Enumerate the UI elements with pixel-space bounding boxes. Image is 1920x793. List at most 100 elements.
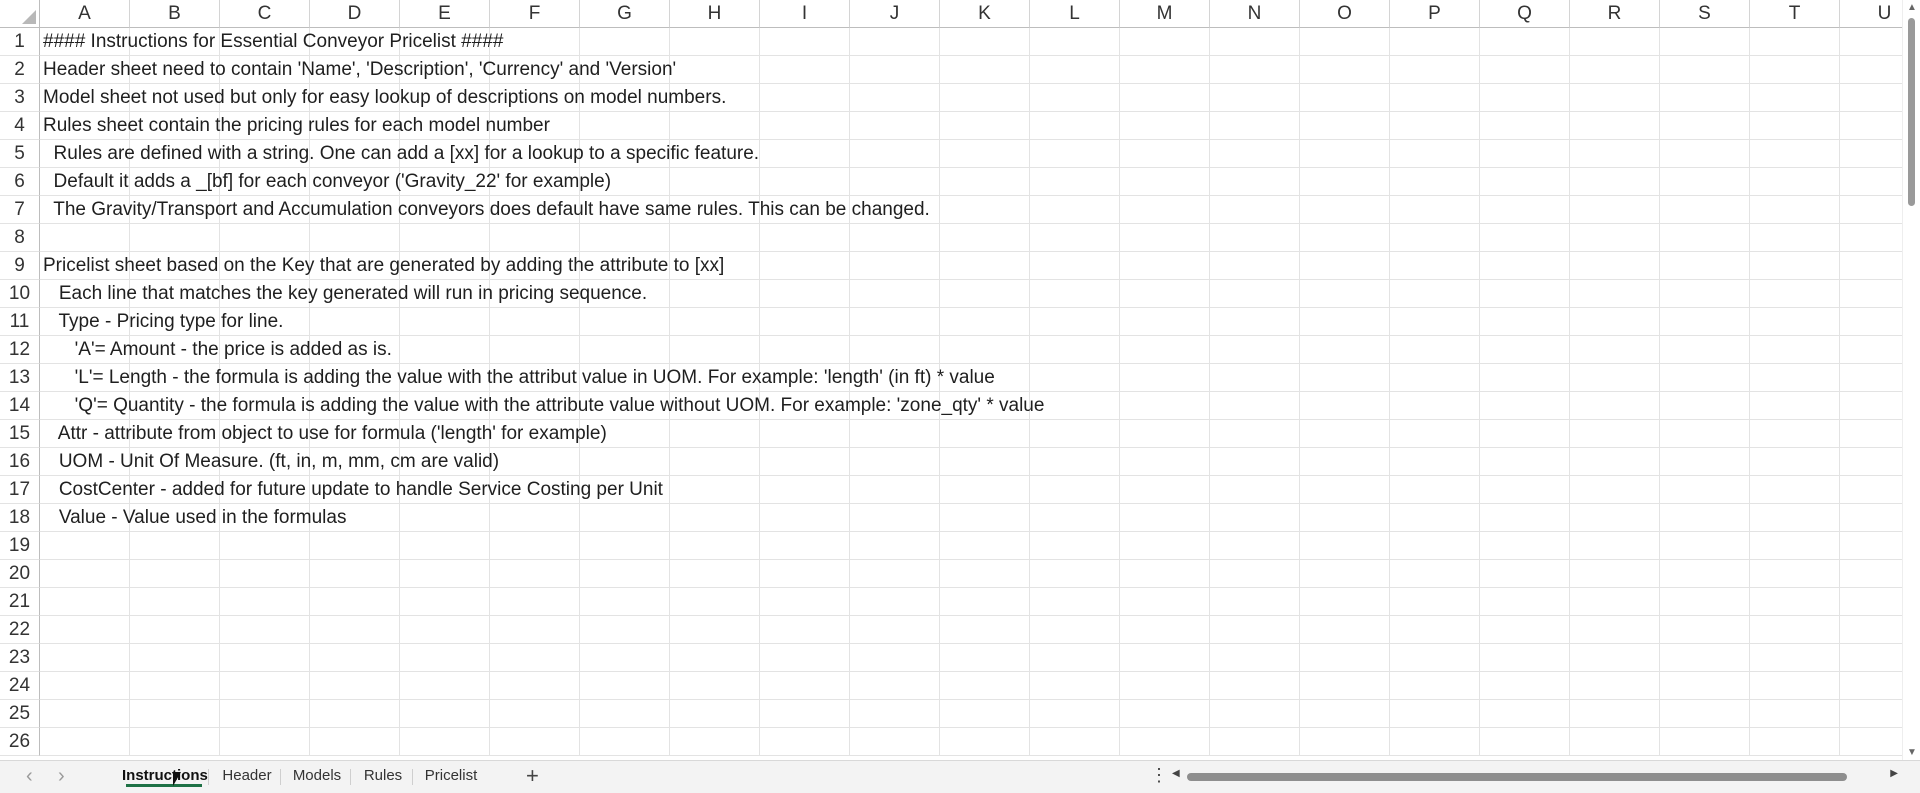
column-header[interactable]: D — [310, 0, 400, 28]
scroll-left-icon[interactable]: ◀ — [1172, 768, 1180, 779]
row-gridline — [40, 755, 1920, 756]
column-header[interactable]: A — [40, 0, 130, 28]
row-header[interactable]: 18 — [0, 504, 40, 532]
row-gridline — [40, 587, 1920, 588]
sheet-tab-pricelist[interactable]: Pricelist — [416, 761, 486, 791]
row-header[interactable]: 4 — [0, 112, 40, 140]
spreadsheet-grid[interactable]: ABCDEFGHIJKLMNOPQRSTU 1 #### Instructions… — [0, 0, 1920, 792]
cell-a-text[interactable]: Rules sheet contain the pricing rules fo… — [43, 112, 550, 140]
column-header[interactable]: G — [580, 0, 670, 28]
column-header[interactable]: Q — [1480, 0, 1570, 28]
row-header[interactable]: 2 — [0, 56, 40, 84]
tab-separator — [208, 769, 209, 785]
row-header[interactable]: 15 — [0, 420, 40, 448]
cell-a-text[interactable]: #### Instructions for Essential Conveyor… — [43, 28, 503, 56]
column-header[interactable]: M — [1120, 0, 1210, 28]
row-header[interactable]: 19 — [0, 532, 40, 560]
cell-a-text[interactable]: Type - Pricing type for line. — [43, 308, 283, 336]
cell-a-text[interactable]: Model sheet not used but only for easy l… — [43, 84, 726, 112]
row-header[interactable]: 26 — [0, 728, 40, 756]
sheet-tab-rules[interactable]: Rules — [356, 761, 410, 791]
select-all-triangle-icon — [22, 10, 36, 24]
column-header[interactable]: T — [1750, 0, 1840, 28]
row-header[interactable]: 6 — [0, 168, 40, 196]
cell-a-text[interactable]: UOM - Unit Of Measure. (ft, in, m, mm, c… — [43, 448, 499, 476]
row-gridline — [40, 643, 1920, 644]
row-header[interactable]: 17 — [0, 476, 40, 504]
cell-a-text[interactable]: 'A'= Amount - the price is added as is. — [43, 336, 392, 364]
column-header[interactable]: K — [940, 0, 1030, 28]
column-header[interactable]: H — [670, 0, 760, 28]
row-gridline — [40, 671, 1920, 672]
plus-icon[interactable]: + — [526, 763, 539, 789]
column-gridline — [1389, 28, 1390, 756]
tab-separator — [412, 769, 413, 785]
cell-a-text[interactable]: Attr - attribute from object to use for … — [43, 420, 607, 448]
row-header[interactable]: 10 — [0, 280, 40, 308]
column-gridline — [1839, 28, 1840, 756]
chevron-right-icon[interactable]: › — [58, 765, 65, 788]
scroll-up-icon[interactable]: ▲ — [1907, 2, 1917, 13]
row-header[interactable]: 20 — [0, 560, 40, 588]
column-header[interactable]: B — [130, 0, 220, 28]
column-header[interactable]: R — [1570, 0, 1660, 28]
row-header[interactable]: 12 — [0, 336, 40, 364]
column-gridline — [1209, 28, 1210, 756]
scroll-down-icon[interactable]: ▼ — [1907, 747, 1917, 758]
chevron-left-icon[interactable]: ‹ — [26, 765, 33, 788]
column-gridline — [1749, 28, 1750, 756]
row-gridline — [40, 727, 1920, 728]
row-gridline — [40, 559, 1920, 560]
row-header[interactable]: 3 — [0, 84, 40, 112]
row-header[interactable]: 21 — [0, 588, 40, 616]
cell-a-text[interactable]: CostCenter - added for future update to … — [43, 476, 663, 504]
row-gridline — [40, 615, 1920, 616]
column-header[interactable]: O — [1300, 0, 1390, 28]
row-header[interactable]: 14 — [0, 392, 40, 420]
column-header[interactable]: I — [760, 0, 850, 28]
column-header[interactable]: P — [1390, 0, 1480, 28]
cell-a-text[interactable]: Each line that matches the key generated… — [43, 280, 647, 308]
horizontal-scroll-thumb[interactable] — [1187, 773, 1847, 781]
vertical-scrollbar[interactable]: ▲ ▼ — [1902, 0, 1920, 760]
mouse-cursor-icon — [173, 772, 181, 786]
sheet-tab-bar: ‹ › Instructions Header Models Rules Priceli… — [0, 760, 1920, 793]
vertical-dots-icon[interactable]: ⋮ — [1150, 765, 1168, 786]
row-header[interactable]: 13 — [0, 364, 40, 392]
row-gridline — [40, 699, 1920, 700]
row-header[interactable]: 8 — [0, 224, 40, 252]
cell-a-text[interactable]: Value - Value used in the formulas — [43, 504, 347, 532]
horizontal-scrollbar[interactable]: ◀ ▶ — [1170, 768, 1900, 786]
row-header[interactable]: 23 — [0, 644, 40, 672]
cell-a-text[interactable]: 'Q'= Quantity - the formula is adding th… — [43, 392, 1045, 420]
cell-a-text[interactable]: The Gravity/Transport and Accumulation c… — [43, 196, 930, 224]
scroll-right-icon[interactable]: ▶ — [1890, 768, 1898, 779]
row-header[interactable]: 11 — [0, 308, 40, 336]
cell-a-text[interactable]: 'L'= Length - the formula is adding the … — [43, 364, 995, 392]
select-all-corner[interactable] — [0, 0, 40, 28]
cell-a-text[interactable]: Header sheet need to contain 'Name', 'De… — [43, 56, 676, 84]
row-header[interactable]: 16 — [0, 448, 40, 476]
vertical-scroll-thumb[interactable] — [1908, 18, 1915, 206]
column-header[interactable]: J — [850, 0, 940, 28]
column-header[interactable]: N — [1210, 0, 1300, 28]
cell-a-text[interactable]: Pricelist sheet based on the Key that ar… — [43, 252, 724, 280]
cell-a-text[interactable]: Rules are defined with a string. One can… — [43, 140, 760, 168]
sheet-tab-instructions[interactable]: Instructions — [122, 761, 208, 791]
row-header[interactable]: 24 — [0, 672, 40, 700]
row-header[interactable]: 7 — [0, 196, 40, 224]
column-header[interactable]: C — [220, 0, 310, 28]
row-header[interactable]: 22 — [0, 616, 40, 644]
column-header[interactable]: S — [1660, 0, 1750, 28]
column-header[interactable]: L — [1030, 0, 1120, 28]
cell-a-text[interactable]: Default it adds a _[bf] for each conveyo… — [43, 168, 611, 196]
tab-separator — [280, 769, 281, 785]
row-header[interactable]: 9 — [0, 252, 40, 280]
sheet-tab-header[interactable]: Header — [216, 761, 278, 791]
row-header[interactable]: 25 — [0, 700, 40, 728]
row-header[interactable]: 1 — [0, 28, 40, 56]
sheet-tab-models[interactable]: Models — [286, 761, 348, 791]
column-header[interactable]: F — [490, 0, 580, 28]
column-header[interactable]: E — [400, 0, 490, 28]
row-header[interactable]: 5 — [0, 140, 40, 168]
